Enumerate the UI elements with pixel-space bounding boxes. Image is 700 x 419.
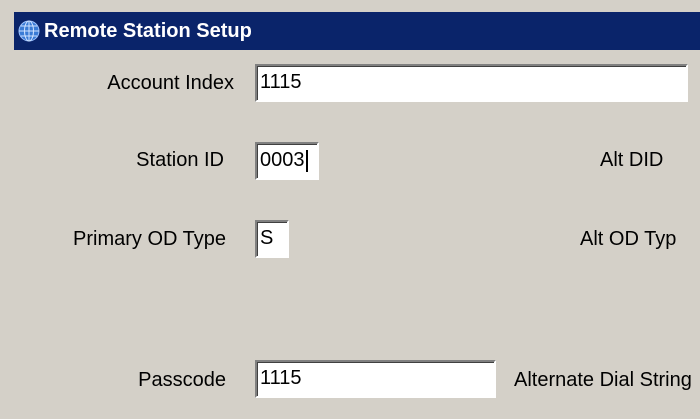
alt-od-type-label: Alt OD Typ — [580, 228, 677, 250]
alternate-dial-string-label: Alternate Dial String — [514, 369, 692, 391]
title-bar[interactable]: Remote Station Setup — [14, 12, 700, 50]
station-id-field[interactable]: 0003 — [255, 142, 319, 180]
station-id-value: 0003 — [260, 149, 305, 171]
globe-icon — [18, 20, 40, 42]
account-index-label: Account Index — [107, 72, 234, 94]
primary-od-type-field[interactable]: S — [255, 220, 289, 258]
passcode-label: Passcode — [138, 369, 226, 391]
passcode-field[interactable]: 1115 — [255, 360, 496, 398]
remote-station-setup-window: Remote Station Setup Account Index 1115 … — [0, 0, 700, 419]
window-title: Remote Station Setup — [44, 20, 252, 42]
text-caret — [305, 149, 308, 172]
station-id-label: Station ID — [136, 149, 224, 171]
primary-od-type-label: Primary OD Type — [73, 228, 226, 250]
alt-did-label: Alt DID — [600, 149, 664, 171]
account-index-field[interactable]: 1115 — [255, 64, 688, 102]
